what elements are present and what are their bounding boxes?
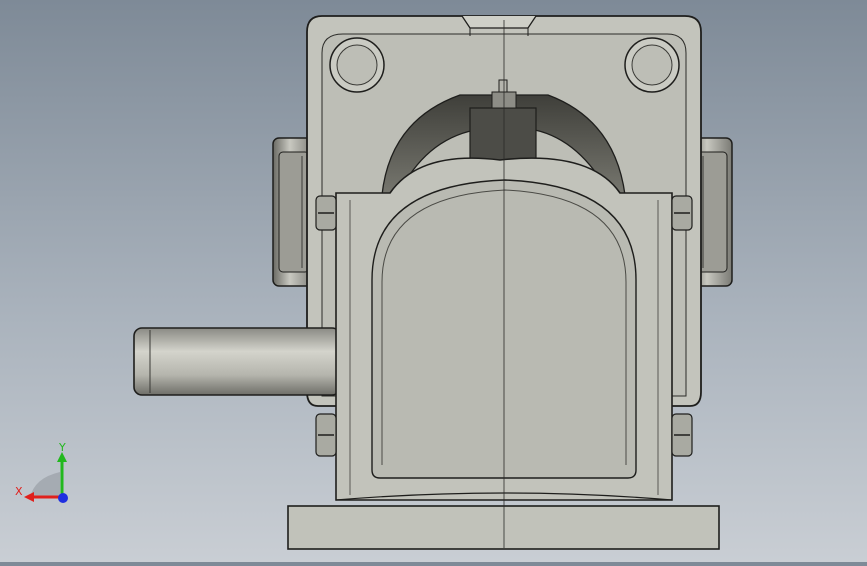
orientation-triad[interactable]: Y X bbox=[10, 440, 80, 510]
graphics-viewport[interactable]: Y X bbox=[0, 0, 867, 562]
input-shaft[interactable] bbox=[133, 327, 341, 396]
mounting-hole-top-left bbox=[329, 37, 385, 93]
triad-graphic bbox=[24, 452, 68, 503]
base-plate[interactable] bbox=[287, 492, 720, 550]
screw-right-upper bbox=[671, 195, 693, 231]
model-view[interactable] bbox=[0, 0, 867, 562]
triad-y-label: Y bbox=[59, 441, 66, 454]
screw-right-lower bbox=[671, 413, 693, 457]
screw-left-lower bbox=[315, 413, 337, 457]
mounting-hole-top-right bbox=[624, 37, 680, 93]
triad-x-label: X bbox=[15, 485, 23, 498]
screw-left-upper bbox=[315, 195, 337, 231]
